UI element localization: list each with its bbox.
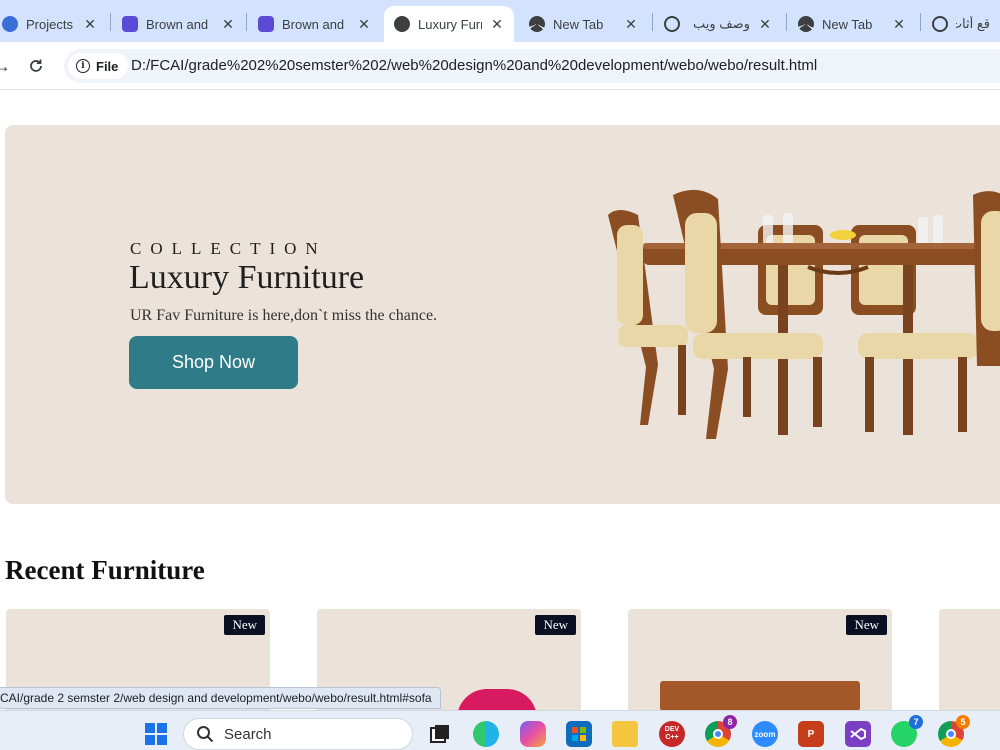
new-badge: New: [846, 615, 887, 635]
globe-icon: [2, 16, 18, 32]
tab-title: وصف ويب: [692, 16, 750, 31]
powerpoint-icon[interactable]: P: [798, 721, 824, 747]
chrome-icon: [798, 16, 814, 32]
tab-title: Brown and: [146, 16, 209, 32]
tab-arabic-1[interactable]: وصف ويب ✕: [654, 6, 782, 42]
copilot-icon[interactable]: [520, 721, 546, 747]
product-card[interactable]: [939, 609, 1000, 710]
sofa-thumbnail: [457, 689, 537, 710]
app-icon: [258, 16, 274, 32]
hero-banner: COLLECTION Luxury Furniture UR Fav Furni…: [5, 125, 1000, 504]
zoom-icon[interactable]: zoom: [752, 721, 778, 747]
link-status-bubble: CAI/grade 2 semster 2/web design and dev…: [0, 687, 441, 709]
tab-title: Projects - (: [26, 16, 75, 32]
globe-icon: [394, 16, 410, 32]
forward-icon[interactable]: →: [0, 54, 14, 78]
taskbar-search[interactable]: Search: [183, 718, 413, 750]
openai-icon: [932, 16, 948, 32]
dining-set-image: [603, 185, 1000, 450]
tab-brown-and-2[interactable]: Brown and ✕: [248, 6, 381, 42]
tab-brown-and-1[interactable]: Brown and ✕: [112, 6, 245, 42]
site-chip-label: File: [96, 58, 119, 74]
page-content: COLLECTION Luxury Furniture UR Fav Furni…: [0, 91, 1000, 710]
browser-tab-strip: Projects - ( ✕ Brown and ✕ Brown and ✕ L…: [0, 0, 1000, 42]
info-icon: i: [76, 59, 90, 73]
tab-arabic-2[interactable]: قع أثاث: [922, 6, 1000, 42]
url-text[interactable]: D:/FCAI/grade%202%20semster%202/web%20de…: [131, 57, 817, 74]
hero-title: Luxury Furniture: [129, 259, 365, 296]
tab-title: Brown and: [282, 16, 345, 32]
devcpp-icon[interactable]: DEV C++: [659, 721, 685, 747]
app-icon: [122, 16, 138, 32]
new-badge: New: [535, 615, 576, 635]
tab-divider: [652, 13, 653, 31]
tab-luxury-furniture[interactable]: Luxury Furn ✕: [384, 6, 514, 42]
close-icon[interactable]: ✕: [624, 17, 638, 31]
openai-icon: [664, 16, 680, 32]
site-info-chip[interactable]: i File: [68, 53, 129, 79]
browser-toolbar: → i File D:/FCAI/grade%202%20semster%202…: [0, 42, 1000, 90]
notification-badge: 5: [956, 715, 970, 729]
dining-thumbnail: [660, 681, 860, 710]
tab-divider: [246, 13, 247, 31]
reload-icon[interactable]: [24, 54, 48, 78]
notification-badge: 7: [909, 715, 923, 729]
tab-divider: [920, 13, 921, 31]
store-icon[interactable]: [566, 721, 592, 747]
recent-furniture-heading: Recent Furniture: [5, 555, 205, 585]
tab-title: قع أثاث: [956, 16, 990, 31]
search-label: Search: [224, 725, 272, 743]
notification-badge: 8: [723, 715, 737, 729]
tab-divider: [110, 13, 111, 31]
close-icon[interactable]: ✕: [83, 17, 97, 31]
close-icon[interactable]: ✕: [892, 17, 906, 31]
tab-title: New Tab: [822, 16, 873, 32]
hero-eyebrow: COLLECTION: [130, 239, 327, 258]
product-card[interactable]: New: [628, 609, 892, 710]
chrome-icon[interactable]: 8: [705, 715, 737, 747]
close-icon[interactable]: ✕: [357, 17, 371, 31]
edge-icon[interactable]: [473, 721, 499, 747]
address-bar[interactable]: i File D:/FCAI/grade%202%20semster%202/w…: [64, 49, 1000, 83]
tab-new-tab-1[interactable]: New Tab ✕: [519, 6, 648, 42]
tab-new-tab-2[interactable]: New Tab ✕: [788, 6, 916, 42]
visual-studio-icon[interactable]: [845, 721, 871, 747]
hero-subtitle: UR Fav Furniture is here,don`t miss the …: [130, 307, 438, 324]
tab-title: New Tab: [553, 16, 604, 32]
tab-title: Luxury Furn: [418, 16, 482, 32]
chrome-profile-icon[interactable]: 5: [938, 715, 970, 747]
close-icon[interactable]: ✕: [221, 17, 235, 31]
tab-divider: [786, 13, 787, 31]
windows-taskbar: Search DEV C++ 8 zoom P 7 5: [0, 710, 1000, 750]
shop-now-button[interactable]: Shop Now: [129, 336, 298, 389]
close-icon[interactable]: ✕: [758, 17, 772, 31]
close-icon[interactable]: ✕: [490, 17, 504, 31]
whatsapp-icon[interactable]: 7: [891, 715, 923, 747]
chrome-icon: [529, 16, 545, 32]
new-badge: New: [224, 615, 265, 635]
windows-start-icon[interactable]: [143, 721, 169, 747]
search-icon: [197, 726, 214, 743]
tab-projects[interactable]: Projects - ( ✕: [0, 6, 107, 42]
task-view-icon[interactable]: [427, 721, 453, 747]
file-explorer-icon[interactable]: [612, 721, 638, 747]
